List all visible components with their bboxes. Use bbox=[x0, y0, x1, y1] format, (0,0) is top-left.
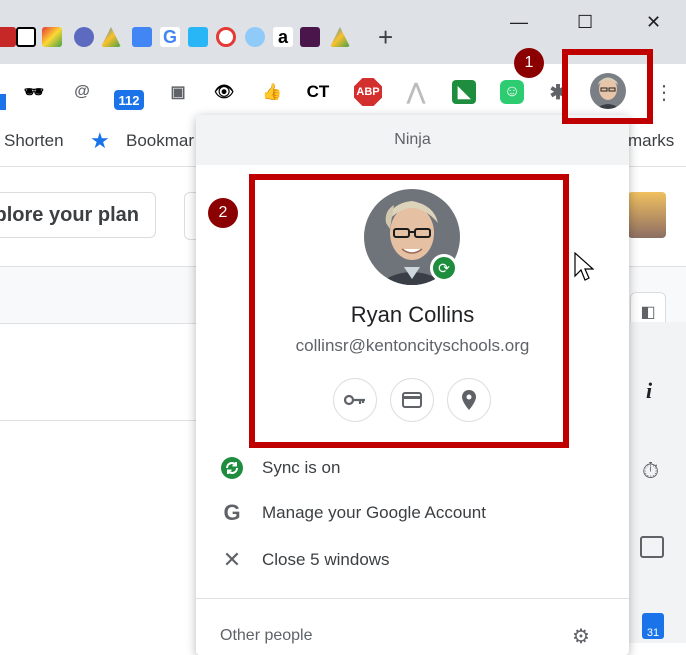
bitmoji-extension-icon[interactable]: ☺ bbox=[500, 80, 524, 104]
tab-favicon-3[interactable] bbox=[42, 27, 62, 47]
triangle-extension-icon[interactable]: ⋀ bbox=[404, 79, 428, 104]
callout-2: 2 bbox=[208, 198, 238, 228]
slack-icon[interactable] bbox=[300, 27, 320, 47]
minimize-button[interactable]: — bbox=[510, 12, 528, 33]
gear-icon[interactable]: ⚙ bbox=[572, 624, 590, 649]
new-tab-button[interactable]: + bbox=[378, 24, 393, 50]
close-windows-label: Close 5 windows bbox=[262, 550, 390, 569]
abp-extension-icon[interactable]: ABP bbox=[354, 78, 382, 106]
close-window-button[interactable]: ✕ bbox=[646, 12, 661, 33]
thumbs-up-extension-icon[interactable]: 👍 bbox=[260, 80, 284, 104]
tab-favicon-1[interactable] bbox=[0, 27, 16, 47]
bookmark-shorten[interactable]: Shorten bbox=[4, 131, 64, 151]
explore-plan-button[interactable]: plore your plan bbox=[0, 192, 156, 238]
email-extension-icon[interactable]: @ bbox=[70, 80, 94, 104]
content-divider bbox=[0, 420, 200, 421]
bookmarks-folder[interactable]: Bookmar bbox=[126, 131, 194, 151]
amazon-icon[interactable]: a bbox=[273, 27, 293, 47]
mouse-cursor-icon bbox=[574, 252, 594, 281]
google-g-icon: G bbox=[223, 500, 241, 525]
badge-extension-icon[interactable]: 112 bbox=[114, 90, 144, 110]
other-bookmarks[interactable]: marks bbox=[628, 131, 674, 151]
profile-menu-divider bbox=[196, 598, 629, 599]
sync-icon bbox=[220, 456, 244, 480]
ct-extension-icon[interactable]: CT bbox=[306, 80, 330, 104]
eye-slash-extension-icon[interactable]: 👁 bbox=[212, 80, 236, 104]
tab-favicon-2[interactable] bbox=[16, 27, 36, 47]
close-windows-row[interactable]: ✕ Close 5 windows bbox=[196, 537, 629, 583]
cast-extension-icon[interactable]: ◣ bbox=[452, 80, 476, 104]
highlight-box-profile-card bbox=[249, 174, 569, 448]
docs-icon[interactable] bbox=[132, 27, 152, 47]
tab-favicon-9[interactable] bbox=[216, 27, 236, 47]
tab-favicon-8[interactable] bbox=[188, 27, 208, 47]
callout-1: 1 bbox=[514, 48, 544, 78]
close-x-icon: ✕ bbox=[222, 547, 242, 572]
page-avatar-image bbox=[628, 192, 666, 238]
tab-favicon-4[interactable] bbox=[74, 27, 94, 47]
timer-icon[interactable]: ⏱ bbox=[642, 458, 659, 484]
window-extension-icon[interactable]: ▣ bbox=[166, 80, 190, 104]
star-icon: ★ bbox=[90, 128, 110, 153]
highlight-box-profile-button bbox=[562, 49, 653, 124]
info-icon[interactable]: i bbox=[646, 378, 652, 404]
manage-account-label: Manage your Google Account bbox=[262, 503, 486, 522]
google-icon[interactable]: G bbox=[160, 27, 180, 47]
google-calendar-icon[interactable]: 31 bbox=[642, 613, 664, 639]
maximize-button[interactable]: ☐ bbox=[577, 12, 593, 33]
calendar-icon[interactable] bbox=[640, 536, 664, 558]
sync-row[interactable]: Sync is on bbox=[196, 445, 629, 491]
kebab-menu-icon[interactable]: ⋮ bbox=[654, 80, 674, 105]
manage-account-row[interactable]: G Manage your Google Account bbox=[196, 490, 629, 536]
address-bar-edge bbox=[0, 94, 6, 110]
other-people-heading: Other people bbox=[220, 627, 313, 644]
sync-label: Sync is on bbox=[262, 458, 341, 477]
incognito-extension-icon[interactable]: 🕶 bbox=[22, 80, 46, 104]
tab-favicon-10[interactable] bbox=[245, 27, 265, 47]
